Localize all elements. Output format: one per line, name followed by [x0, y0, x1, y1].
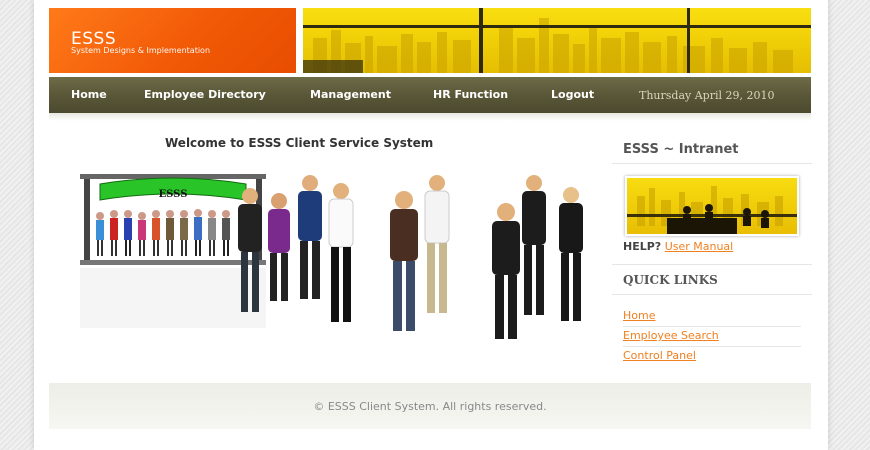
intranet-photo [625, 176, 799, 236]
main-navigation: Home Employee Directory Management HR Fu… [49, 77, 811, 113]
current-date: Thursday April 29, 2010 [639, 89, 775, 102]
help-line: HELP? User Manual [623, 240, 733, 253]
staff-group-illustration: ESSS [78, 168, 608, 368]
quick-link-divider [623, 326, 801, 327]
pavilion-sign-text: ESSS [159, 189, 188, 200]
brand-logo[interactable]: ESSS System Designs & Implementation [49, 8, 296, 73]
user-manual-link[interactable]: User Manual [665, 240, 734, 253]
header-banner-image [303, 8, 811, 73]
skyline-illustration [303, 8, 811, 73]
footer: © ESSS Client System. All rights reserve… [49, 383, 811, 429]
nav-employee-directory[interactable]: Employee Directory [144, 88, 266, 101]
footer-copyright: © ESSS Client System. All rights reserve… [313, 400, 547, 413]
nav-management[interactable]: Management [310, 88, 391, 101]
nav-home[interactable]: Home [71, 88, 107, 101]
quick-link-control-panel[interactable]: Control Panel [623, 349, 696, 362]
quick-links-title: QUICK LINKS [623, 273, 718, 287]
quick-link-home[interactable]: Home [623, 309, 655, 322]
quick-link-employee-search[interactable]: Employee Search [623, 329, 719, 342]
help-label: HELP? [623, 240, 662, 253]
brand-tagline: System Designs & Implementation [71, 46, 211, 55]
sidebar-divider [612, 163, 812, 164]
welcome-heading: Welcome to ESSS Client Service System [165, 136, 434, 150]
sidebar-title: ESSS ~ Intranet [623, 142, 739, 157]
nav-hr-function[interactable]: HR Function [433, 88, 508, 101]
nav-logout[interactable]: Logout [551, 88, 594, 101]
page-container: ESSS System Designs & Implementation Hom… [34, 0, 828, 450]
quick-link-divider [623, 346, 801, 347]
nav-shadow [49, 113, 811, 121]
business-people-group [238, 175, 583, 339]
sidebar-divider [612, 294, 812, 295]
sidebar-divider [612, 264, 812, 265]
pavilion-graphic: ESSS [80, 174, 266, 328]
